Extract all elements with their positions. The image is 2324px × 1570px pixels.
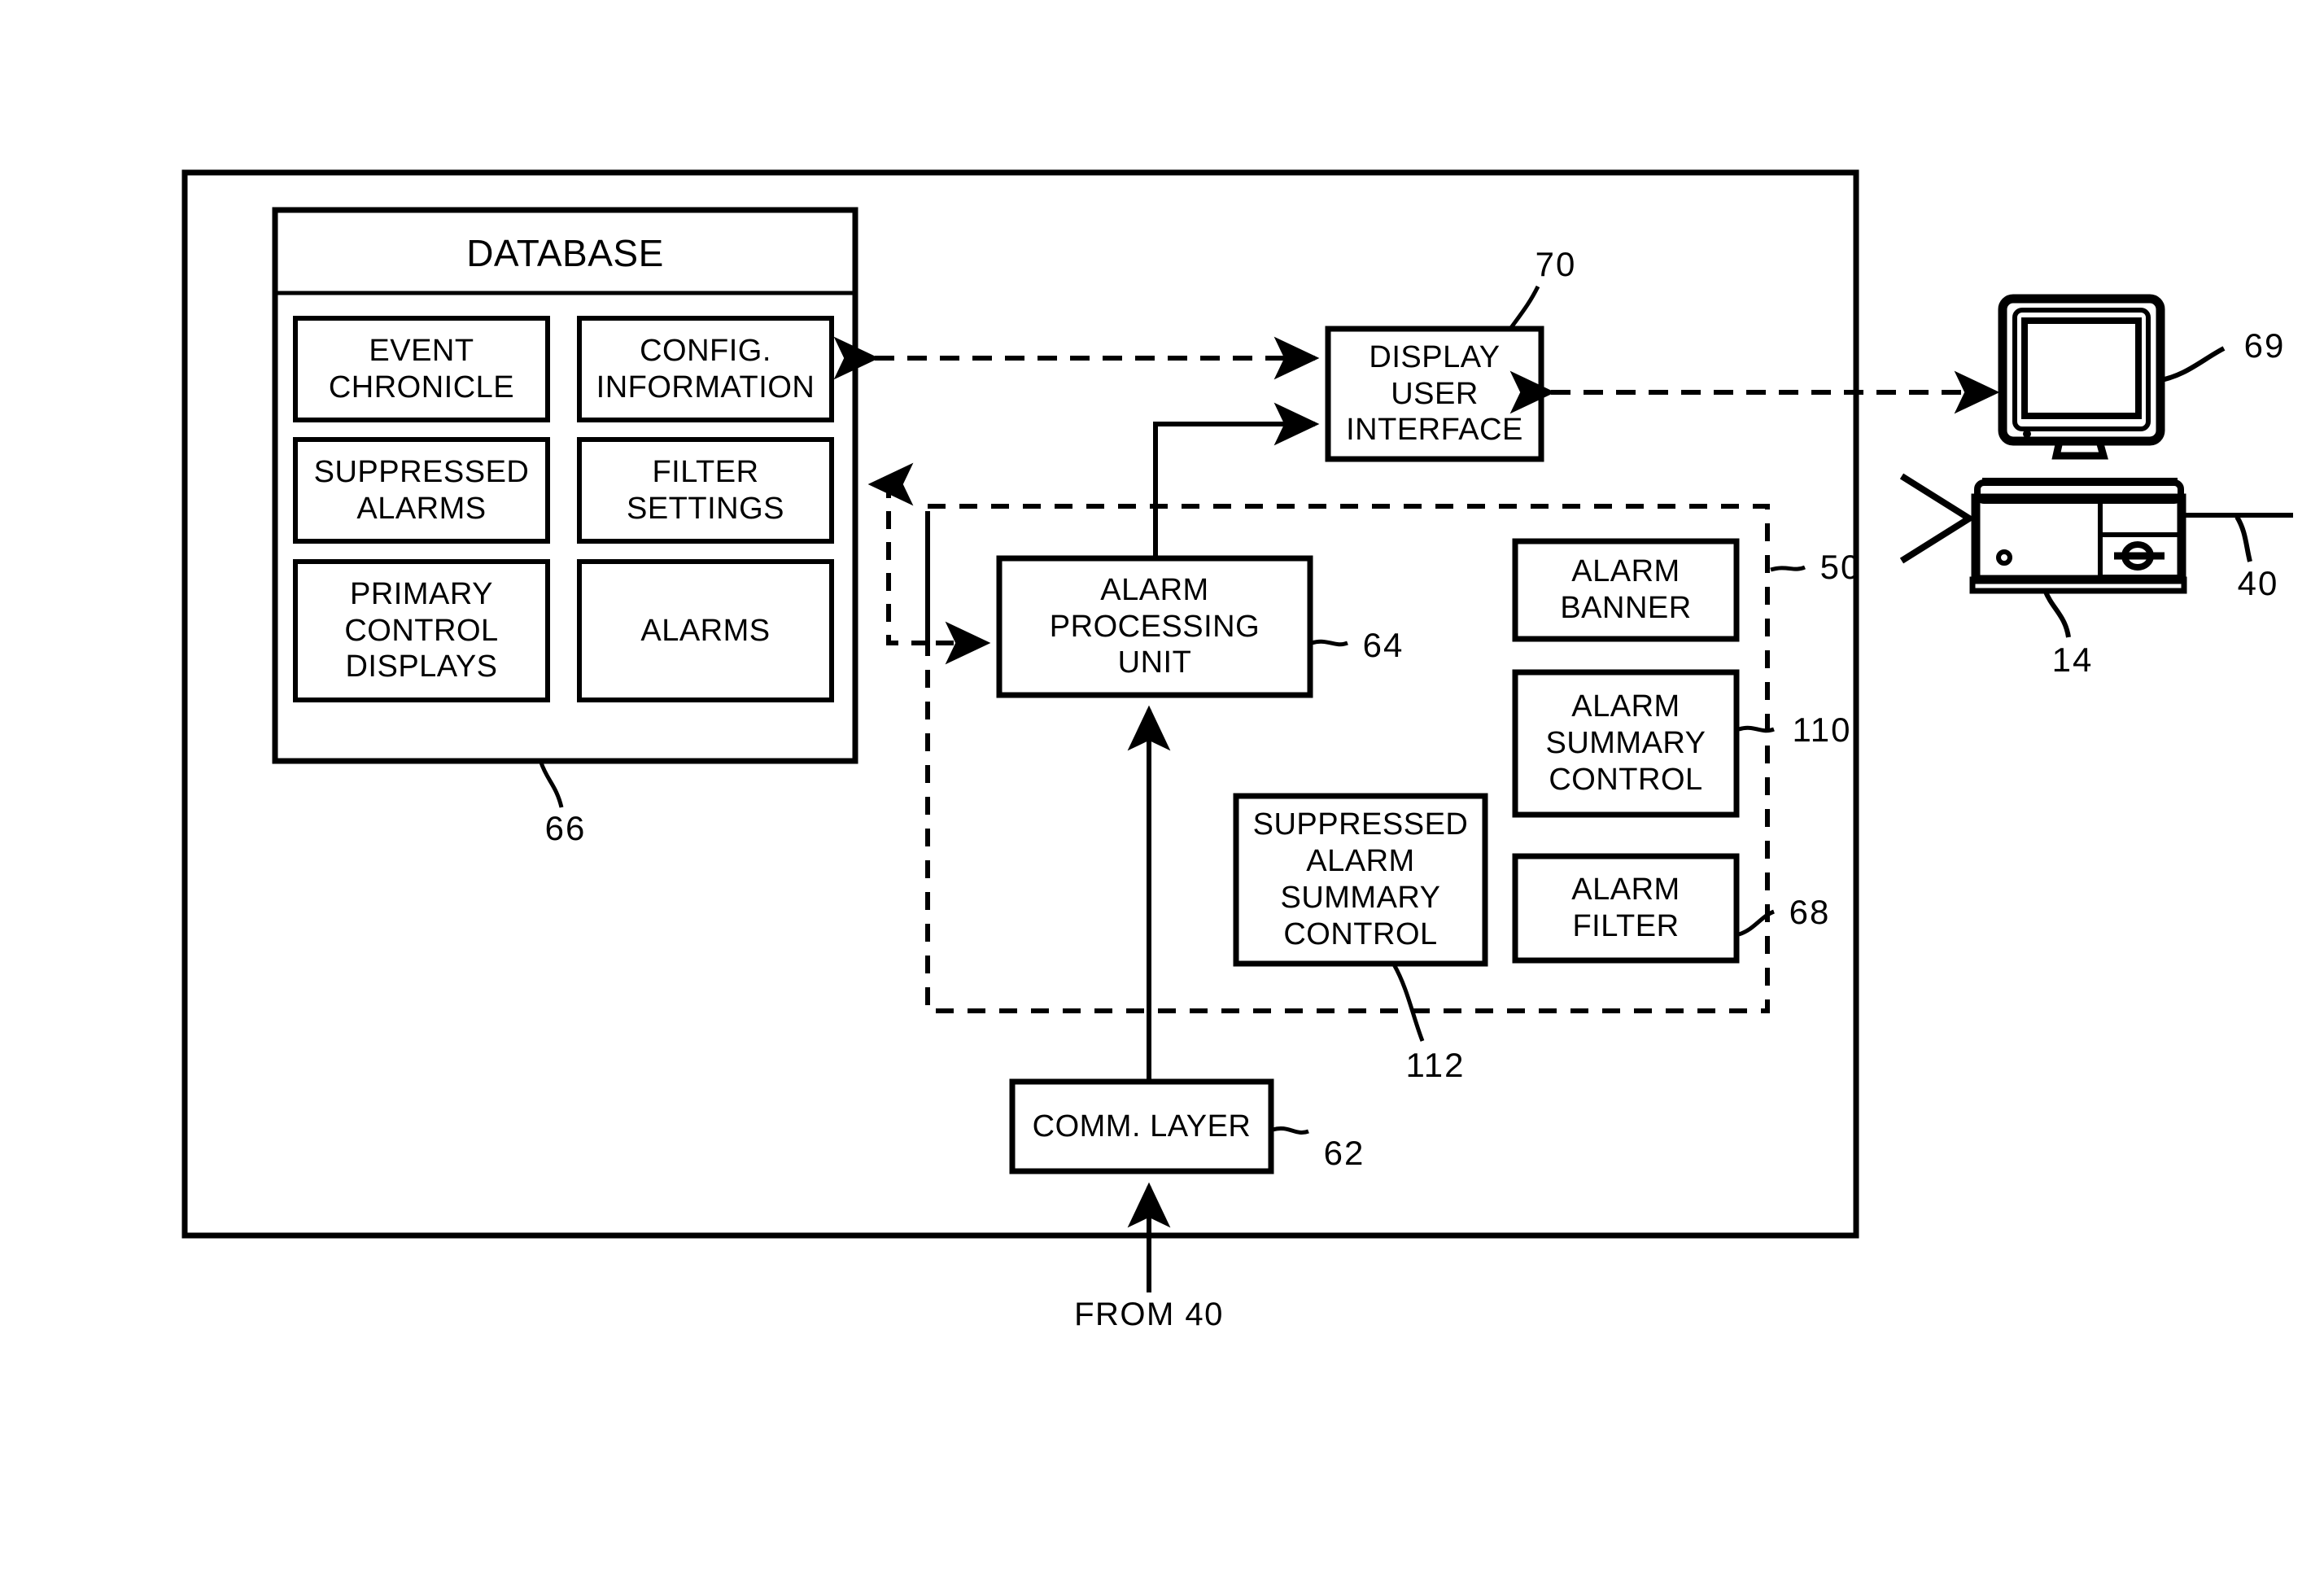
database-item-event-chronicle[interactable]: EVENT CHRONICLE — [295, 318, 548, 420]
display-user-interface-ref-number: 70 — [1535, 245, 1577, 283]
alarm-summary-control-ref-number: 110 — [1792, 711, 1852, 749]
alarm-processing-unit-label[interactable]: ALARM PROCESSING UNIT — [999, 558, 1310, 695]
database-title: DATABASE — [466, 231, 664, 274]
suppressed-alarm-summary-control-label[interactable]: SUPPRESSED ALARM SUMMARY CONTROL — [1236, 796, 1485, 964]
suppressed-alarm-summary-control-ref-number: 112 — [1405, 1046, 1466, 1084]
database-item-suppressed-alarms[interactable]: SUPPRESSED ALARMS — [295, 440, 548, 541]
alarm-processing-unit-ref-number: 64 — [1362, 626, 1404, 664]
database-ref-leader — [539, 762, 564, 808]
comm-layer-label[interactable]: COMM. LAYER — [1012, 1082, 1271, 1171]
dashed-group-ref-number: 50 — [1819, 548, 1862, 586]
database-item-config-information[interactable]: CONFIG. INFORMATION — [579, 318, 832, 420]
database-item-alarms[interactable]: ALARMS — [579, 562, 832, 700]
connector-apu-to-dui — [1153, 402, 1320, 558]
alarm-banner-label[interactable]: ALARM BANNER — [1515, 541, 1736, 639]
database-item-filter-settings[interactable]: FILTER SETTINGS — [579, 440, 832, 541]
figure-canvas: DATABASE EVENT CHRONICLE CONFIG. INFORMA… — [0, 0, 2324, 1570]
workstation-system-ref-number: 40 — [2237, 564, 2279, 602]
connector-database-to-apu — [925, 527, 991, 665]
alarm-filter-ref-number: 68 — [1789, 893, 1831, 931]
workstation-base-ref-number: 14 — [2051, 641, 2094, 679]
monitor-ref-number: 69 — [2243, 326, 2286, 365]
alarm-filter-label[interactable]: ALARM FILTER — [1515, 856, 1736, 960]
connector-apu-to-database — [867, 462, 929, 645]
alarm-summary-control-label[interactable]: ALARM SUMMARY CONTROL — [1515, 672, 1736, 815]
display-user-interface-label[interactable]: DISPLAY USER INTERFACE — [1328, 329, 1541, 459]
database-item-primary-control-displays[interactable]: PRIMARY CONTROL DISPLAYS — [295, 562, 548, 700]
database-ref-number: 66 — [544, 809, 587, 847]
from-source-label: FROM 40 — [1074, 1297, 1224, 1332]
comm-layer-ref-number: 62 — [1323, 1134, 1365, 1172]
